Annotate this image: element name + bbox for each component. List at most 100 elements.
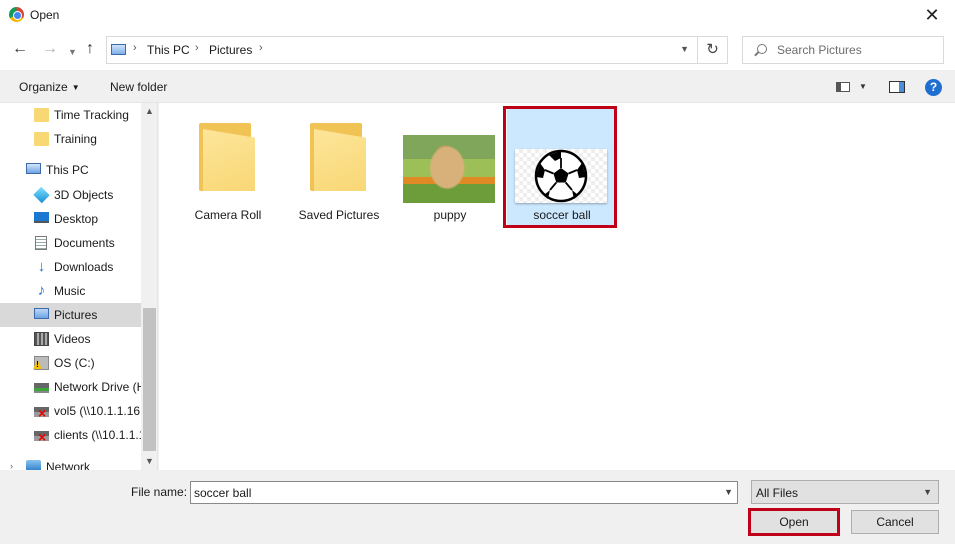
nav-item-downloads[interactable]: ↓ Downloads	[0, 255, 141, 279]
file-name-combobox[interactable]: ▼	[190, 481, 738, 504]
cancel-button[interactable]: Cancel	[851, 510, 939, 534]
selection-highlight-box	[503, 106, 617, 228]
nav-item-label: clients (\\10.1.1.1	[54, 428, 146, 442]
navigation-pane: Time Tracking Training This PC 3D Object…	[0, 103, 158, 470]
new-folder-button[interactable]: New folder	[110, 80, 167, 94]
back-arrow-icon[interactable]: ←	[12, 41, 28, 57]
refresh-button[interactable]: ↻	[698, 36, 728, 64]
file-type-select[interactable]: All Files ▼	[751, 480, 939, 504]
breadcrumb-pictures[interactable]: Pictures	[209, 43, 252, 57]
search-box[interactable]	[742, 36, 944, 64]
nav-item-3d-objects[interactable]: 3D Objects	[0, 183, 141, 207]
address-bar[interactable]: › This PC › Pictures › ▼	[106, 36, 698, 64]
close-icon[interactable]: ✕	[909, 0, 955, 30]
change-view-icon[interactable]	[836, 82, 850, 92]
window-title: Open	[30, 8, 60, 22]
open-highlight-box	[748, 508, 840, 536]
drive-warning-icon	[34, 356, 49, 370]
pictures-icon	[34, 308, 49, 319]
command-bar: Organize ▼ New folder ▼ ?	[0, 70, 955, 103]
desktop-icon	[34, 212, 49, 223]
nav-item-label: Music	[54, 284, 86, 298]
videos-icon	[34, 332, 49, 346]
chevron-down-icon: ▼	[923, 487, 932, 497]
file-item-camera-roll[interactable]: Camera Roll	[173, 109, 283, 227]
file-item-puppy[interactable]: puppy	[395, 109, 505, 227]
network-icon	[26, 460, 41, 470]
chevron-right-icon[interactable]: ›	[195, 42, 199, 54]
nav-item-music[interactable]: ♪ Music	[0, 279, 141, 303]
refresh-icon: ↻	[706, 41, 719, 58]
address-row: ← → ▼ ↑ › This PC › Pictures › ▼ ↻	[0, 30, 955, 70]
chevron-right-icon[interactable]: ›	[10, 461, 13, 470]
3d-objects-icon	[33, 186, 50, 204]
chevron-right-icon[interactable]: ›	[133, 42, 137, 54]
disconnected-drive-icon	[34, 405, 49, 421]
preview-pane-icon[interactable]	[889, 81, 905, 93]
nav-item-label: Training	[54, 132, 97, 146]
nav-item-vol5[interactable]: vol5 (\\10.1.1.16	[0, 399, 141, 423]
scroll-up-icon[interactable]: ▲	[145, 106, 154, 116]
up-arrow-icon[interactable]: ↑	[86, 41, 94, 57]
scroll-down-icon[interactable]: ▼	[145, 456, 154, 466]
folder-thumbnail	[173, 109, 283, 209]
nav-item-os-drive[interactable]: OS (C:)	[0, 351, 141, 375]
file-name: puppy	[433, 208, 467, 222]
nav-item-label: OS (C:)	[54, 356, 95, 370]
computer-icon	[26, 163, 41, 174]
nav-item-label: Network Drive (H	[54, 380, 146, 394]
nav-item-this-pc[interactable]: This PC	[0, 158, 141, 182]
chrome-icon	[9, 7, 24, 22]
breadcrumb-this-pc[interactable]: This PC	[147, 43, 190, 57]
organize-button[interactable]: Organize ▼	[19, 80, 80, 94]
nav-item-label: Desktop	[54, 212, 99, 226]
recent-locations-chevron-icon[interactable]: ▼	[68, 44, 77, 60]
nav-item-desktop[interactable]: Desktop	[0, 207, 141, 231]
nav-item-clients[interactable]: clients (\\10.1.1.1	[0, 423, 145, 447]
puppy-image	[403, 135, 495, 203]
network-drive-icon	[34, 383, 49, 393]
nav-item-label: vol5 (\\10.1.1.16	[54, 404, 141, 418]
nav-item-label: Videos	[54, 332, 91, 346]
organize-label: Organize	[19, 80, 68, 94]
file-list: Camera Roll Saved Pictures puppy soccer …	[159, 103, 955, 470]
chevron-down-icon[interactable]: ▼	[724, 487, 733, 497]
nav-item-label: Network	[46, 460, 91, 470]
folder-icon	[34, 108, 49, 122]
help-icon[interactable]: ?	[925, 79, 942, 96]
file-type-value: All Files	[756, 486, 799, 500]
nav-item-training[interactable]: Training	[0, 127, 141, 151]
nav-item-videos[interactable]: Videos	[0, 327, 141, 351]
chevron-right-icon[interactable]: ›	[259, 42, 263, 54]
nav-item-network[interactable]: › Network	[0, 455, 141, 470]
view-options-chevron-icon[interactable]: ▼	[859, 82, 867, 91]
nav-item-label: Documents	[54, 236, 115, 250]
nav-item-pictures[interactable]: Pictures	[0, 303, 141, 327]
downloads-icon: ↓	[37, 258, 46, 275]
file-name-input[interactable]	[194, 485, 714, 501]
nav-item-time-tracking[interactable]: Time Tracking	[0, 103, 141, 127]
file-name: Camera Roll	[194, 208, 262, 222]
scrollbar-thumb[interactable]	[143, 308, 156, 451]
search-input[interactable]	[777, 42, 937, 58]
image-thumbnail	[395, 109, 505, 209]
file-item-saved-pictures[interactable]: Saved Pictures	[284, 109, 394, 227]
documents-icon	[35, 236, 47, 250]
nav-item-documents[interactable]: Documents	[0, 231, 141, 255]
file-name-label: File name:	[131, 485, 188, 499]
title-bar: Open ✕	[0, 0, 955, 30]
nav-scrollbar[interactable]: ▲ ▼	[141, 103, 157, 470]
nav-item-label: Downloads	[54, 260, 114, 274]
dialog-footer: File name: ▼ All Files ▼ Open Cancel	[0, 470, 955, 544]
forward-arrow-icon[interactable]: →	[42, 41, 58, 57]
nav-item-network-drive[interactable]: Network Drive (H	[0, 375, 145, 399]
chevron-down-icon: ▼	[71, 83, 80, 92]
folder-icon	[199, 123, 255, 191]
address-dropdown-icon[interactable]: ▼	[680, 44, 689, 54]
folder-thumbnail	[284, 109, 394, 209]
nav-item-label: Time Tracking	[54, 108, 129, 122]
nav-item-label: 3D Objects	[54, 188, 114, 202]
nav-item-label: This PC	[46, 163, 89, 177]
pictures-location-icon	[111, 44, 126, 55]
disconnected-drive-icon	[34, 429, 49, 445]
